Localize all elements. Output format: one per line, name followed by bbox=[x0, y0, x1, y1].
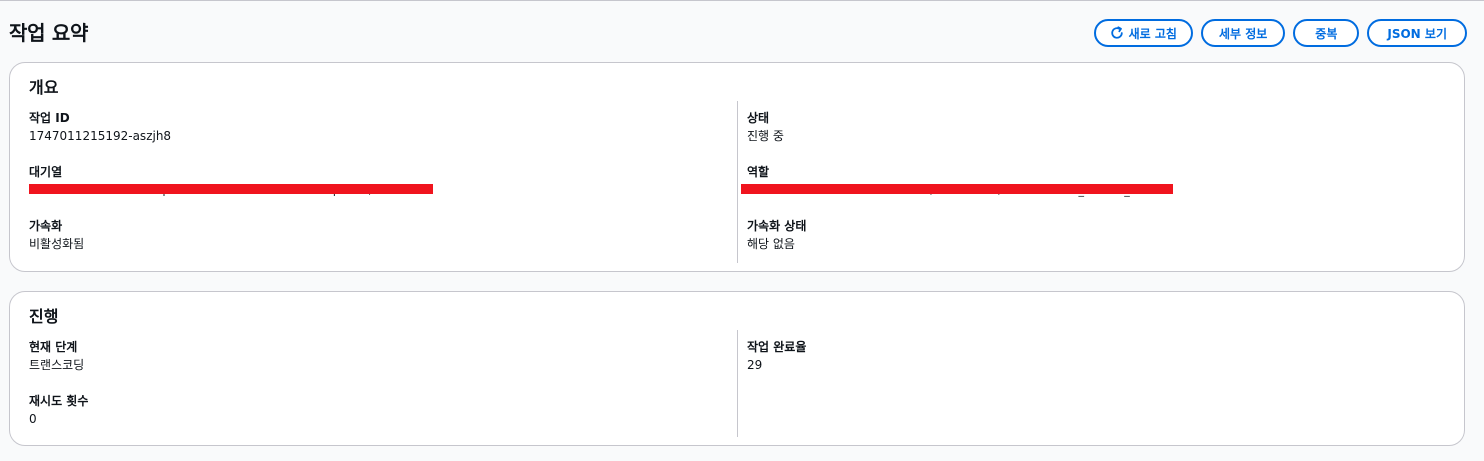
role-field: 역할 arn:aws:iam::000000000000:role/servic… bbox=[741, 164, 1173, 200]
acceleration-status-label: 가속화 상태 bbox=[747, 219, 807, 233]
view-json-button[interactable]: JSON 보기 bbox=[1367, 19, 1467, 47]
current-phase-value: 트랜스코딩 bbox=[29, 358, 85, 372]
retry-count-field: 재시도 횟수 0 bbox=[29, 393, 88, 428]
overview-panel: 개요 작업 ID 1747011215192-aszjh8 대기열 arn:aw… bbox=[9, 62, 1465, 272]
status-label: 상태 bbox=[747, 111, 770, 125]
acceleration-label: 가속화 bbox=[29, 219, 63, 233]
acceleration-value: 비활성화됨 bbox=[29, 237, 85, 251]
status-value: 진행 중 bbox=[747, 129, 784, 143]
refresh-icon bbox=[1110, 26, 1124, 40]
header-actions: 새로 고침 세부 정보 중복 JSON 보기 bbox=[1093, 19, 1467, 47]
queue-label: 대기열 bbox=[29, 165, 63, 179]
progress-heading: 진행 bbox=[29, 307, 59, 326]
retry-count-label: 재시도 횟수 bbox=[29, 394, 89, 408]
overview-heading: 개요 bbox=[29, 78, 59, 97]
job-id-value: 1747011215192-aszjh8 bbox=[29, 129, 172, 143]
job-percent-complete-field: 작업 완료율 29 bbox=[747, 339, 806, 374]
job-percent-complete-label: 작업 완료율 bbox=[747, 340, 807, 354]
current-phase-label: 현재 단계 bbox=[29, 340, 78, 354]
page-header: 작업 요약 새로 고침 세부 정보 중복 JSON 보기 bbox=[0, 1, 1484, 61]
role-value: arn:aws:iam::000000000000:role/service-r… bbox=[741, 181, 1173, 200]
job-id-label: 작업 ID bbox=[29, 111, 70, 125]
acceleration-status-value: 해당 없음 bbox=[747, 237, 795, 251]
status-field: 상태 진행 중 bbox=[747, 110, 784, 145]
duplicate-button[interactable]: 중복 bbox=[1293, 19, 1360, 47]
acceleration-status-field: 가속화 상태 해당 없음 bbox=[747, 218, 806, 253]
job-percent-complete-value: 29 bbox=[747, 358, 763, 372]
refresh-button[interactable]: 새로 고침 bbox=[1093, 19, 1193, 47]
retry-count-value: 0 bbox=[29, 412, 37, 426]
refresh-button-label: 새로 고침 bbox=[1128, 26, 1177, 41]
current-phase-field: 현재 단계 트랜스코딩 bbox=[29, 339, 84, 374]
redaction-bar bbox=[29, 184, 433, 194]
column-divider bbox=[737, 330, 738, 437]
queue-value: arn:aws:mediaconvert:ap-northeast-2:0000… bbox=[29, 181, 433, 200]
acceleration-field: 가속화 비활성화됨 bbox=[29, 218, 84, 253]
column-divider bbox=[737, 101, 738, 263]
queue-field: 대기열 arn:aws:mediaconvert:ap-northeast-2:… bbox=[29, 164, 433, 200]
page-title: 작업 요약 bbox=[9, 21, 89, 45]
redaction-bar bbox=[741, 184, 1173, 194]
progress-panel: 진행 현재 단계 트랜스코딩 재시도 횟수 0 작업 완료율 29 bbox=[9, 291, 1465, 446]
details-button[interactable]: 세부 정보 bbox=[1200, 19, 1286, 47]
role-label: 역할 bbox=[747, 165, 770, 179]
job-id-field: 작업 ID 1747011215192-aszjh8 bbox=[29, 110, 171, 145]
